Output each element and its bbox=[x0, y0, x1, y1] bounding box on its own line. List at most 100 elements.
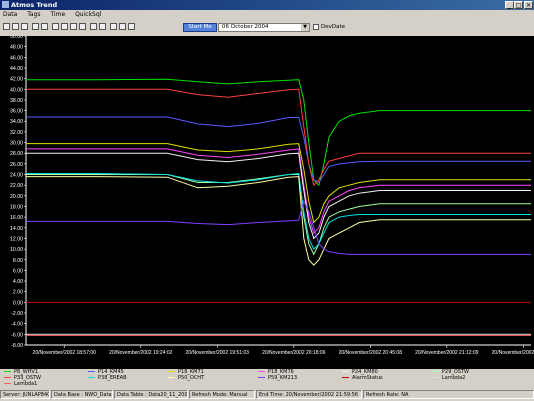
legend-label: P38_EREAB bbox=[98, 375, 127, 381]
y-tick-label: 42.00 bbox=[10, 77, 23, 83]
grid-icon[interactable] bbox=[52, 23, 59, 30]
menu-bar: Data Tags Time QuickSql bbox=[0, 10, 534, 19]
x-tick-label: 20/November/2002 21:39:10 bbox=[492, 350, 534, 356]
legend-item: P38_EREAB bbox=[88, 376, 127, 381]
table-icon[interactable] bbox=[70, 23, 77, 30]
legend-item: AlarmStatus bbox=[342, 376, 383, 381]
start-button[interactable]: Start Me bbox=[183, 23, 217, 32]
minimize-button[interactable]: _ bbox=[505, 1, 514, 9]
legend-item: Lambda1 bbox=[4, 382, 37, 387]
y-tick-label: 46.00 bbox=[10, 55, 23, 61]
menu-quicksql[interactable]: QuickSql bbox=[75, 11, 101, 18]
y-tick-label: 12.00 bbox=[10, 236, 23, 242]
y-tick-label: 48.00 bbox=[10, 45, 23, 51]
trend-chart[interactable]: 50.00 48.00 46.00 44.00 42.00 40.00 38.00 36.00… bbox=[0, 36, 534, 369]
legend-swatch bbox=[4, 377, 11, 378]
status-database: Data Base : NWO_Data bbox=[51, 390, 113, 399]
y-tick-label: 20.00 bbox=[10, 194, 23, 200]
legend-label: P59_KM213 bbox=[268, 375, 298, 381]
legend-swatch bbox=[168, 371, 175, 372]
undo-icon[interactable] bbox=[21, 23, 28, 30]
date-select[interactable]: 06 October 2004 ▼ bbox=[218, 23, 310, 32]
y-tick-label: 16.00 bbox=[10, 215, 23, 221]
zoom-icon[interactable] bbox=[41, 23, 48, 30]
devdate-label: DevDate bbox=[321, 24, 346, 30]
legend-item: P59_KM213 bbox=[258, 376, 297, 381]
y-tick-label: 34.00 bbox=[10, 119, 23, 125]
maximize-button[interactable]: □ bbox=[514, 1, 523, 9]
status-table: Data Table : Data20_11_2002 bbox=[114, 390, 188, 399]
y-tick-label: -8.00 bbox=[11, 343, 23, 349]
y-tick-label: 22.00 bbox=[10, 183, 23, 189]
window-title: Atmos Trend bbox=[11, 1, 58, 9]
y-tick-label: 8.00 bbox=[13, 258, 23, 264]
legend-label: AlarmStatus bbox=[352, 375, 383, 381]
y-tick-label: 26.00 bbox=[10, 162, 23, 168]
x-tick-label: 20/November/2002 20:18:06 bbox=[262, 350, 326, 356]
y-tick-label: -6.00 bbox=[11, 332, 23, 338]
status-bar: Server: JUNLAP840 Data Base : NWO_Data D… bbox=[0, 389, 534, 401]
y-tick-label: 36.00 bbox=[10, 109, 23, 115]
x-tick-label: 20/November/2002 18:57:00 bbox=[33, 350, 97, 356]
legend-label: P50_OCHT bbox=[178, 375, 205, 381]
y-tick-label: 28.00 bbox=[10, 151, 23, 157]
legend: P8_WHV1 P14_KM45 P18_KM71 P18_KM76 P24_KM80 P… bbox=[0, 370, 534, 387]
legend-swatch bbox=[88, 371, 95, 372]
legend-swatch bbox=[168, 377, 175, 378]
y-tick-label: 38.00 bbox=[10, 98, 23, 104]
export-icon[interactable] bbox=[128, 23, 135, 30]
x-tick-label: 20/November/2002 21:12:09 bbox=[415, 350, 479, 356]
status-refresh-mode: Refresh Mode: Manual bbox=[189, 390, 255, 399]
y-tick-label: 4.00 bbox=[13, 279, 23, 285]
legend-swatch bbox=[258, 377, 265, 378]
y-tick-label: 2.00 bbox=[13, 290, 23, 296]
date-value: 06 October 2004 bbox=[222, 24, 269, 30]
legend-swatch bbox=[432, 377, 439, 378]
y-tick-label: 44.00 bbox=[10, 66, 23, 72]
y-tick-label: 40.00 bbox=[10, 87, 23, 93]
legend-label: Lambda2 bbox=[442, 375, 466, 381]
legend-swatch bbox=[4, 371, 11, 372]
status-refresh-rate: Refresh Rate: NA bbox=[363, 390, 534, 399]
chart-icon[interactable] bbox=[61, 23, 68, 30]
y-tick-label: 30.00 bbox=[10, 141, 23, 147]
report-icon[interactable] bbox=[79, 23, 86, 30]
y-tick-label: -4.00 bbox=[11, 322, 23, 328]
app-icon bbox=[2, 1, 9, 8]
y-tick-label: 6.00 bbox=[13, 268, 23, 274]
legend-item: P50_OCHT bbox=[168, 376, 204, 381]
save-icon[interactable] bbox=[3, 23, 10, 30]
paste-icon[interactable] bbox=[99, 23, 106, 30]
devdate-checkbox[interactable] bbox=[313, 24, 319, 30]
chevron-down-icon[interactable]: ▼ bbox=[301, 24, 309, 31]
open-icon[interactable] bbox=[12, 23, 19, 30]
y-tick-label: 24.00 bbox=[10, 173, 23, 179]
x-tick-label: 20/November/2002 20:45:08 bbox=[339, 350, 403, 356]
y-tick-label: -2.00 bbox=[11, 311, 23, 317]
status-end-time: End Time: 20/November/2002 21:59:56 bbox=[256, 390, 362, 399]
legend-swatch bbox=[88, 377, 95, 378]
legend-item: Lambda2 bbox=[432, 376, 465, 381]
y-tick-label: 50.00 bbox=[10, 36, 23, 40]
menu-time[interactable]: Time bbox=[50, 11, 65, 18]
close-button[interactable]: ✕ bbox=[524, 1, 533, 9]
x-tick-label: 20/November/2002 19:24:02 bbox=[109, 350, 173, 356]
title-bar: Atmos Trend _ □ ✕ bbox=[0, 0, 534, 10]
print-icon[interactable] bbox=[110, 23, 117, 30]
preview-icon[interactable] bbox=[119, 23, 126, 30]
legend-label: Lambda1 bbox=[14, 381, 38, 387]
legend-swatch bbox=[342, 377, 349, 378]
y-tick-label: 32.00 bbox=[10, 130, 23, 136]
y-tick-label: 18.00 bbox=[10, 204, 23, 210]
x-tick-label: 20/November/2002 19:51:03 bbox=[186, 350, 250, 356]
y-tick-label: 14.00 bbox=[10, 226, 23, 232]
legend-swatch bbox=[258, 371, 265, 372]
copy-icon[interactable] bbox=[90, 23, 97, 30]
redo-icon[interactable] bbox=[32, 23, 39, 30]
status-server: Server: JUNLAP840 bbox=[0, 390, 50, 399]
legend-swatch bbox=[342, 371, 349, 372]
y-tick-label: 0.00 bbox=[13, 300, 23, 306]
legend-swatch bbox=[4, 383, 11, 384]
menu-tags[interactable]: Tags bbox=[27, 11, 40, 18]
menu-data[interactable]: Data bbox=[3, 11, 17, 18]
